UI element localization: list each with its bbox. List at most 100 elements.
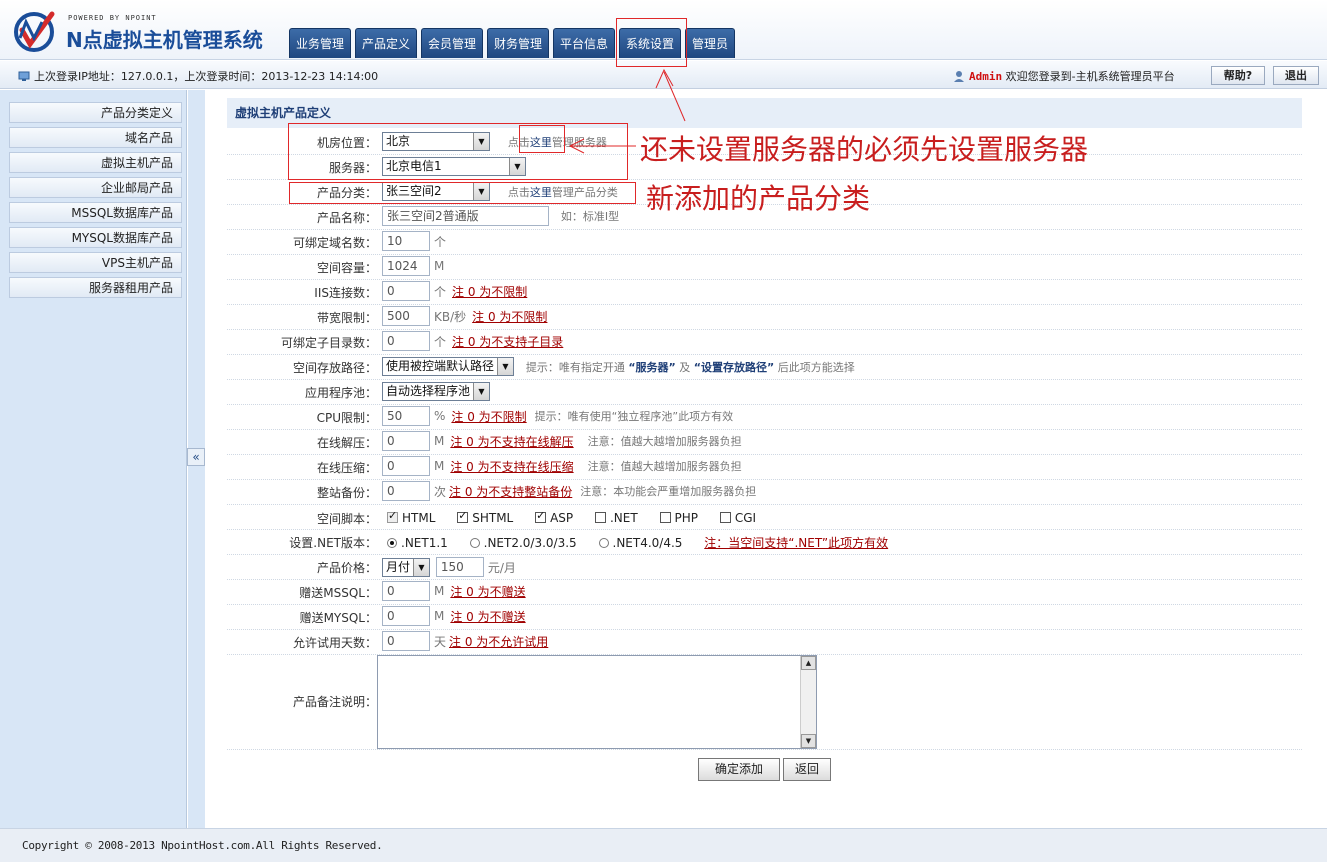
checkbox-shtml[interactable] [457,509,469,523]
row-cpu: CPU限制： 50% 注 0 为不限制 提示：唯有使用“独立程序池”此项方有效 [227,405,1302,430]
checkbox-asp[interactable] [535,509,547,523]
trial-input[interactable]: 0 [382,631,430,651]
textarea-scrollbar[interactable]: ▲ ▼ [800,656,816,748]
row-mysql: 赠送MYSQL： 0M 注 0 为不赠送 [227,605,1302,630]
tab-administrators[interactable]: 管理员 [685,28,735,58]
checkbox-net[interactable] [594,511,606,523]
path-hint: 提示：唯有指定开通 “服务器” 及 “设置存放路径” 后此项方能选择 [526,361,855,374]
trial-note: 注 0 为不允许试用 [449,634,549,649]
collapse-sidebar-button[interactable]: « [187,448,205,466]
price-period-select[interactable]: 月付 ▼ [382,557,430,577]
script-php-option[interactable]: PHP [659,511,698,525]
category-select[interactable]: 张三空间2 ▼ [382,182,490,201]
footer: Copyright © 2008-2013 NpointHost.com.All… [0,828,1327,862]
mysql-label: 赠送MYSQL： [299,611,377,625]
row-unzip: 在线解压： 0M 注 0 为不支持在线解压 注意：值越大越增加服务器负担 [227,430,1302,455]
admin-name: Admin [969,70,1003,83]
net-option-2[interactable]: .NET2.0/3.0/3.5 [469,536,577,550]
sidebar-item-mssql-products[interactable]: MSSQL数据库产品 [9,202,182,223]
pool-select[interactable]: 自动选择程序池 ▼ [382,382,490,401]
sidebar-item-domain-products[interactable]: 域名产品 [9,127,182,148]
script-shtml-option[interactable]: SHTML [457,509,513,525]
tab-system-settings[interactable]: 系统设置 [619,28,681,58]
sidebar-item-product-categories[interactable]: 产品分类定义 [9,102,182,123]
logout-button[interactable]: 退出 [1273,66,1319,85]
logo: POWERED BY NPOINT N点虚拟主机管理系统 [10,6,270,56]
scroll-down-icon[interactable]: ▼ [801,734,816,748]
server-select[interactable]: 北京电信1 ▼ [382,157,526,176]
path-label: 空间存放路径： [292,361,377,375]
product-name-hint: 如：标准I型 [560,210,620,223]
tab-members[interactable]: 会员管理 [421,28,483,58]
iis-input[interactable]: 0 [382,281,430,301]
net-option-3[interactable]: .NET4.0/4.5 [598,536,682,550]
remark-textarea[interactable]: ▲ ▼ [377,655,817,749]
script-net-option[interactable]: .NET [594,511,638,525]
radio-net40[interactable] [598,537,609,548]
bandwidth-input[interactable]: 500 [382,306,430,326]
bandwidth-unit: KB/秒 [434,309,467,324]
script-cgi-option[interactable]: CGI [719,510,757,525]
unzip-unit: M [434,434,445,448]
pool-label: 应用程序池： [304,386,377,400]
mssql-input[interactable]: 0 [382,581,430,601]
cpu-unit: % [434,409,446,423]
datacenter-select[interactable]: 北京 ▼ [382,132,490,151]
net-option-1[interactable]: .NET1.1 [387,536,448,550]
sidebar-item-mysql-products[interactable]: MYSQL数据库产品 [9,227,182,248]
price-unit: 元/月 [487,560,516,575]
manage-servers-link[interactable]: 这里 [530,136,552,149]
path-select[interactable]: 使用被控端默认路径 ▼ [382,357,514,376]
backup-hint: 注意：本功能会严重增加服务器负担 [580,485,757,498]
trial-label: 允许试用天数： [292,636,377,650]
script-html-option[interactable]: HTML [387,509,435,525]
product-name-input[interactable]: 张三空间2普通版 [382,206,549,226]
tab-platform-info[interactable]: 平台信息 [553,28,615,58]
cpu-input[interactable]: 50 [382,406,430,426]
mysql-input[interactable]: 0 [382,606,430,626]
zip-input[interactable]: 0 [382,456,430,476]
help-button[interactable]: 帮助? [1211,66,1265,85]
unzip-input[interactable]: 0 [382,431,430,451]
dropdown-arrow-icon: ▼ [473,383,489,400]
path-value: 使用被控端默认路径 [386,359,495,373]
submit-button[interactable]: 确定添加 [698,758,780,781]
script-asp-option[interactable]: ASP [535,509,574,525]
space-input[interactable]: 1024 [382,256,430,276]
header: POWERED BY NPOINT N点虚拟主机管理系统 业务管理 产品定义 会… [0,0,1327,60]
net-label: 设置.NET版本： [289,536,377,550]
row-bandwidth: 带宽限制： 500 KB/秒注 0 为不限制 [227,305,1302,330]
path-hint-server: “服务器” [628,360,676,374]
scroll-up-icon[interactable]: ▲ [801,656,816,670]
radio-net11[interactable] [387,537,397,548]
tab-business[interactable]: 业务管理 [289,28,351,58]
backup-input[interactable]: 0 [382,481,430,501]
script-asp-label: ASP [550,510,574,525]
iis-label: IIS连接数： [314,286,377,300]
script-cgi-label: CGI [734,510,757,525]
logo-icon [14,11,55,52]
net-option-1-label: .NET1.1 [401,535,448,550]
checkbox-html[interactable] [387,509,398,523]
sidebar-item-vhost-products[interactable]: 虚拟主机产品 [9,152,182,173]
row-path: 空间存放路径： 使用被控端默认路径 ▼ 提示：唯有指定开通 “服务器” 及 “设置… [227,355,1302,380]
domains-input[interactable]: 10 [382,231,430,251]
tab-finance[interactable]: 财务管理 [487,28,549,58]
price-input[interactable]: 150 [435,557,484,577]
remark-label: 产品备注说明： [292,695,377,709]
space-label: 空间容量： [316,261,377,275]
checkbox-php[interactable] [659,511,671,523]
copyright-text: Copyright © 2008-2013 NpointHost.com.All… [22,839,383,852]
checkbox-cgi[interactable] [719,511,731,523]
radio-net20[interactable] [469,537,480,548]
iis-unit: 个 [434,284,447,299]
server-value: 北京电信1 [386,159,442,173]
tab-product-definition[interactable]: 产品定义 [355,28,417,58]
manage-categories-link[interactable]: 这里 [530,186,552,199]
back-button[interactable]: 返回 [783,758,831,781]
subdir-input[interactable]: 0 [382,331,430,351]
sidebar-item-vps-products[interactable]: VPS主机产品 [9,252,182,273]
sidebar-item-mail-products[interactable]: 企业邮局产品 [9,177,182,198]
sidebar-item-server-rental-products[interactable]: 服务器租用产品 [9,277,182,298]
row-iis: IIS连接数： 0个注 0 为不限制 [227,280,1302,305]
